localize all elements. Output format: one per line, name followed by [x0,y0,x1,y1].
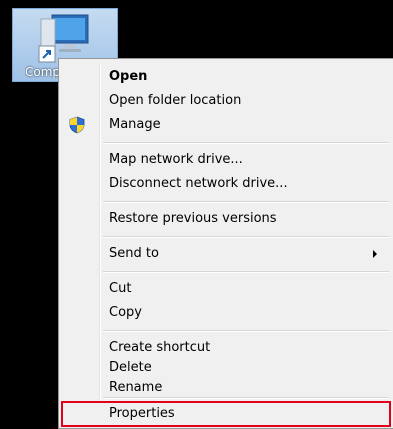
menu-item-label: Open folder location [109,93,242,108]
menu-item-label: Copy [109,305,142,320]
menu-item-label: Create shortcut [109,340,211,355]
menu-item-manage[interactable]: Manage [61,113,391,137]
menu-item-restore-previous-versions[interactable]: Restore previous versions [61,207,391,231]
menu-separator [103,201,389,203]
menu-item-label: Send to [109,246,159,261]
menu-item-label: Cut [109,281,132,296]
menu-item-disconnect-network-drive[interactable]: Disconnect network drive... [61,172,391,196]
menu-item-label: Restore previous versions [109,211,277,226]
menu-separator [103,236,389,238]
menu-item-label: Open [109,69,148,84]
menu-separator [103,271,389,273]
menu-item-copy[interactable]: Copy [61,301,391,325]
menu-item-label: Manage [109,117,161,132]
menu-item-map-network-drive[interactable]: Map network drive... [61,148,391,172]
chevron-right-icon [373,250,377,258]
context-menu: Open Open folder location Manage Map net… [58,58,393,429]
menu-item-label: Disconnect network drive... [109,176,288,191]
menu-separator [103,142,389,144]
menu-separator [103,397,389,399]
menu-item-label: Map network drive... [109,152,243,167]
menu-item-open[interactable]: Open [61,65,391,89]
menu-item-label: Rename [109,380,163,395]
menu-item-cut[interactable]: Cut [61,277,391,301]
shortcut-arrow-icon [38,45,56,63]
menu-separator [103,330,389,332]
menu-item-open-folder-location[interactable]: Open folder location [61,89,391,113]
uac-shield-icon [69,116,85,134]
menu-item-label: Properties [109,406,175,421]
menu-item-properties[interactable]: Properties [61,401,391,427]
menu-item-send-to[interactable]: Send to [61,242,391,266]
menu-item-label: Delete [109,360,152,375]
